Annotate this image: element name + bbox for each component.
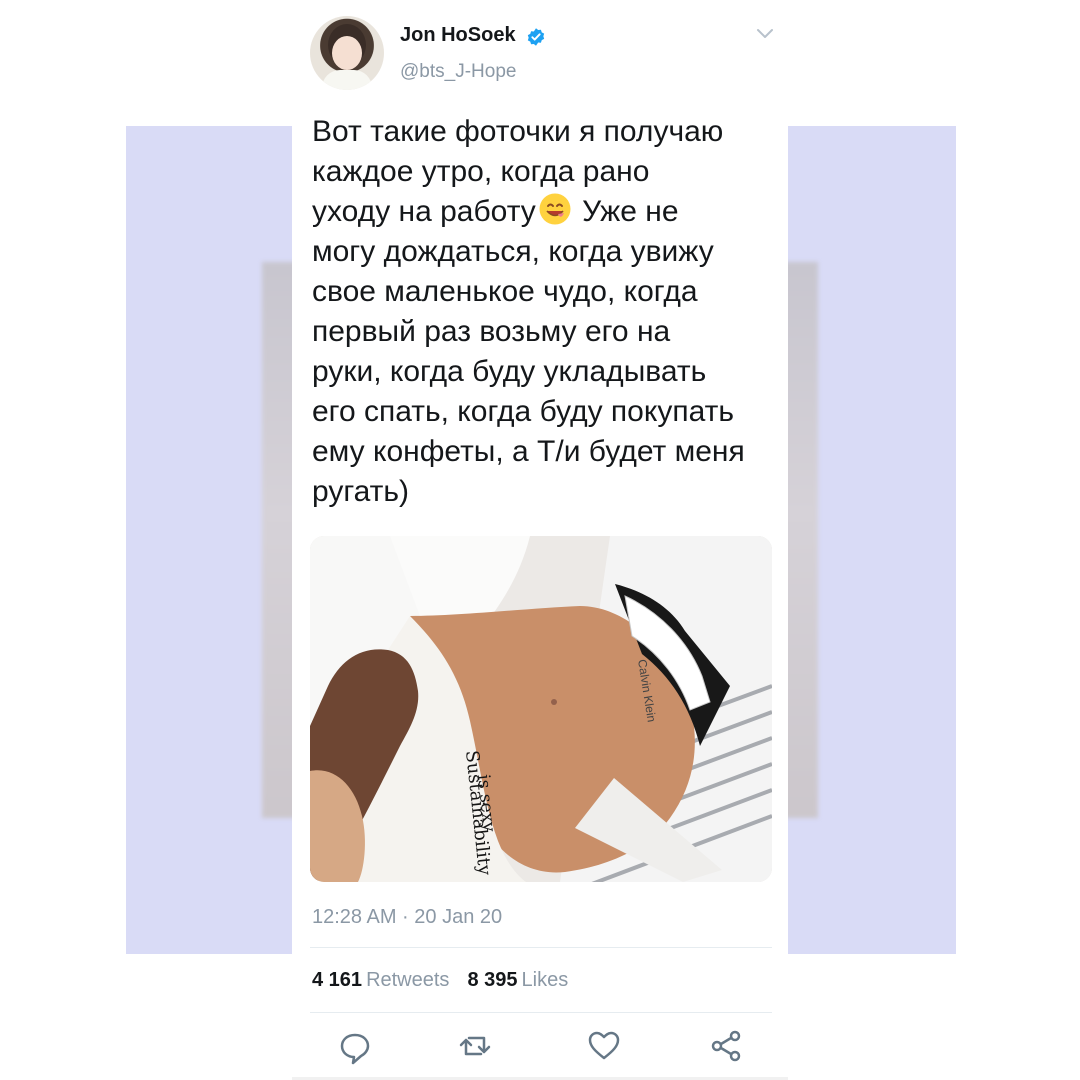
display-name[interactable]: Jon HoSoek [400, 24, 516, 47]
like-icon[interactable] [585, 1027, 623, 1065]
tweet-line-1: Вот такие фоточки я получаю [312, 115, 724, 148]
reply-icon[interactable] [336, 1027, 374, 1065]
tweet-photo[interactable]: Sustainability is sexy Calvin Klein [310, 536, 772, 882]
username-handle[interactable]: @bts_J-Hope [400, 61, 516, 83]
tweet-card[interactable]: Jon HoSoek @bts_J-Hope Вот такие фоточки… [292, 0, 788, 1080]
engagement-stats: 4 161 Retweets 8 395 Likes [312, 969, 568, 992]
verified-badge-icon [527, 28, 545, 46]
avatar-face [332, 36, 362, 70]
retweets-count[interactable]: 4 161 [312, 969, 362, 991]
tweet-timestamp[interactable]: 12:28 AM · 20 Jan 20 [312, 906, 502, 929]
tweet-photo-illustration: Sustainability is sexy Calvin Klein [310, 536, 772, 882]
tweet-text: Вот такие фоточки я получаю каждое утро,… [312, 112, 782, 512]
tweet-line-7: первый раз возьму его на [312, 315, 671, 348]
divider [310, 1012, 772, 1013]
tweet-line-3: уходу на работу [312, 195, 536, 228]
tweet-line-5: могу дождаться, когда увижу [312, 235, 714, 268]
chevron-down-icon[interactable] [756, 28, 774, 40]
tweet-line-10: ему конфеты, а Т/и будет меня [312, 435, 745, 468]
tweet-line-8: руки, когда буду укладывать [312, 355, 707, 388]
smiling-face-icon [539, 193, 571, 225]
avatar-body [322, 70, 372, 90]
tweet-line-11: ругать) [312, 475, 410, 508]
retweets-label[interactable]: Retweets [366, 969, 449, 991]
share-icon[interactable] [708, 1027, 746, 1065]
screen: Jon HoSoek @bts_J-Hope Вот такие фоточки… [0, 0, 1080, 1080]
action-bar [292, 1027, 788, 1065]
likes-count[interactable]: 8 395 [467, 969, 517, 991]
tweet-line-4: Уже не [573, 195, 679, 228]
likes-label[interactable]: Likes [522, 969, 569, 991]
divider [310, 947, 772, 948]
tweet-line-9: его спать, когда буду покупать [312, 395, 734, 428]
retweet-icon[interactable] [456, 1027, 494, 1065]
tweet-line-6: свое маленькое чудо, когда [312, 275, 698, 308]
tweet-line-2: каждое утро, когда рано [312, 155, 650, 188]
avatar[interactable] [310, 16, 384, 90]
